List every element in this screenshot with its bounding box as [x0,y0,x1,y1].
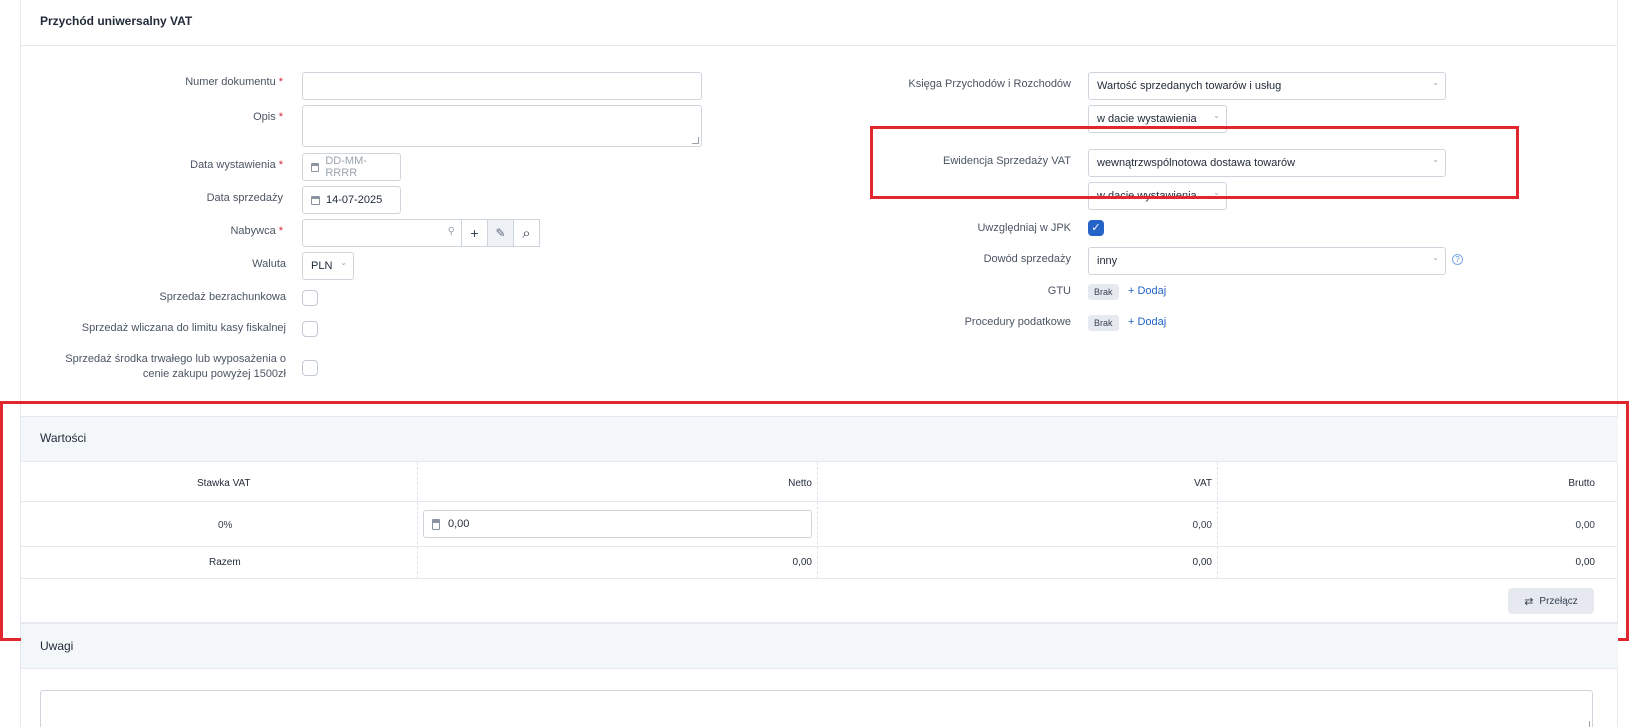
search-small-icon: ⚲ [447,226,455,237]
label-jpk: Uwzględniaj w JPK [977,222,1071,234]
chevron-down-icon: ⌄ [1213,111,1220,120]
uwagi-header [21,623,1618,669]
label-data-wystawienia: Data wystawienia * [190,159,283,171]
kpir-date-mode-value: w dacie wystawienia [1097,113,1197,125]
calendar-icon [311,195,320,205]
label-procedury: Procedury podatkowe [964,316,1071,328]
label-gtu: GTU [1047,285,1071,297]
label-kpir: Księga Przychodów i Rozchodów [908,78,1071,90]
dowod-select[interactable]: inny ⌄ [1088,247,1446,275]
page-title: Przychód uniwersalny VAT [40,14,193,28]
procedury-badge: Brak [1088,315,1119,331]
gtu-add-link[interactable]: + Dodaj [1128,285,1166,297]
label-dowod: Dowód sprzedaży [983,253,1071,265]
required-mark: * [278,76,283,88]
calendar-icon [311,162,320,172]
label-numer-dokumentu: Numer dokumentu * [185,76,283,88]
label-opis: Opis * [253,111,283,123]
data-wystawienia-placeholder: DD-MM-RRRR [325,155,367,179]
resize-handle-icon[interactable] [692,137,699,144]
data-sprzedazy-value: 14-07-2025 [326,194,383,206]
data-sprzedazy-input[interactable]: 14-07-2025 [302,186,401,214]
chevron-down-icon: ⌄ [340,258,347,267]
title-divider [21,45,1618,46]
resize-handle-icon[interactable] [1583,721,1590,727]
data-wystawienia-input[interactable]: DD-MM-RRRR [302,153,401,181]
srodek-trwaly-checkbox[interactable] [302,360,318,376]
waluta-select[interactable]: PLN ⌄ [302,252,354,280]
chevron-down-icon: ⌄ [1432,78,1439,87]
label-sprzedaz-bezrachunkowa: Sprzedaż bezrachunkowa [159,291,286,303]
uwagi-title: Uwagi [40,639,74,653]
required-mark: * [278,111,283,123]
numer-dokumentu-input[interactable] [302,72,702,100]
search-nabywca-button[interactable]: ⌕ [513,219,540,247]
label-waluta: Waluta [252,258,286,270]
jpk-checkbox[interactable]: ✓ [1088,220,1104,236]
opis-textarea[interactable] [302,105,702,147]
dowod-value: inny [1097,255,1118,267]
help-icon[interactable]: ? [1452,254,1463,265]
nabywca-input[interactable]: ⚲ [302,219,462,247]
label-data-sprzedazy: Data sprzedaży [206,192,283,204]
kpir-select[interactable]: Wartość sprzedanych towarów i usług ⌄ [1088,72,1446,100]
sprzedaz-bezrachunkowa-checkbox[interactable] [302,290,318,306]
highlight-box-wartosci [0,401,1629,641]
waluta-value: PLN [311,260,333,272]
chevron-down-icon: ⌄ [1432,253,1439,262]
label-nabywca: Nabywca * [230,225,283,237]
gtu-badge: Brak [1088,284,1119,300]
label-srodek-trwaly: Sprzedaż środka trwałego lub wyposażenia… [65,353,286,380]
highlight-box-ewidencja [870,126,1519,199]
required-mark: * [278,159,283,171]
uwagi-textarea[interactable] [40,690,1593,727]
procedury-add-link[interactable]: + Dodaj [1128,316,1166,328]
edit-nabywca-button[interactable]: ✎ [487,219,514,247]
label-limit-kasy: Sprzedaż wliczana do limitu kasy fiskaln… [81,322,286,334]
kpir-value: Wartość sprzedanych towarów i usług [1097,80,1282,92]
limit-kasy-checkbox[interactable] [302,321,318,337]
add-nabywca-button[interactable]: + [461,219,488,247]
required-mark: * [278,225,283,237]
